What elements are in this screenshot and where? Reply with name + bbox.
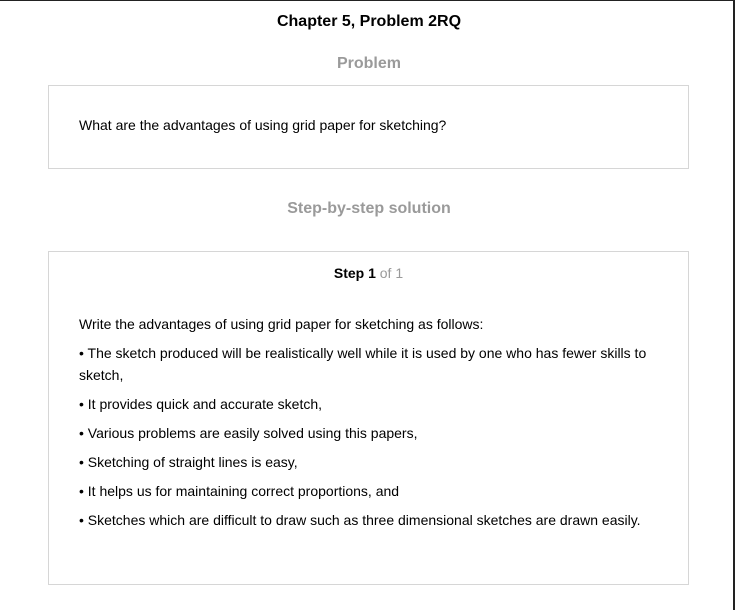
solution-point: • Sketches which are difficult to draw s…: [79, 512, 641, 528]
problem-heading: Problem: [336, 55, 401, 72]
solution-point: • Various problems are easily solved usi…: [79, 425, 418, 441]
problem-text: What are the advantages of using grid pa…: [79, 117, 447, 133]
problem-card: What are the advantages of using grid pa…: [48, 85, 689, 169]
solution-intro: Write the advantages of using grid paper…: [79, 316, 484, 332]
step-header: Step 1 of 1: [49, 264, 688, 282]
solution-heading: Step-by-step solution: [287, 200, 451, 217]
solution-point: • It helps us for maintaining correct pr…: [79, 483, 400, 499]
solution-body: Write the advantages of using grid paper…: [79, 313, 669, 538]
solution-point: • It provides quick and accurate sketch,: [79, 396, 323, 412]
solution-card: Step 1 of 1 Write the advantages of usin…: [48, 251, 689, 585]
step-label: Step 1: [333, 265, 376, 281]
solution-point: • The sketch produced will be realistica…: [79, 345, 647, 383]
step-total: of 1: [375, 265, 404, 281]
chapter-title: Chapter 5, Problem 2RQ: [276, 13, 462, 30]
solution-point: • Sketching of straight lines is easy,: [79, 454, 298, 470]
